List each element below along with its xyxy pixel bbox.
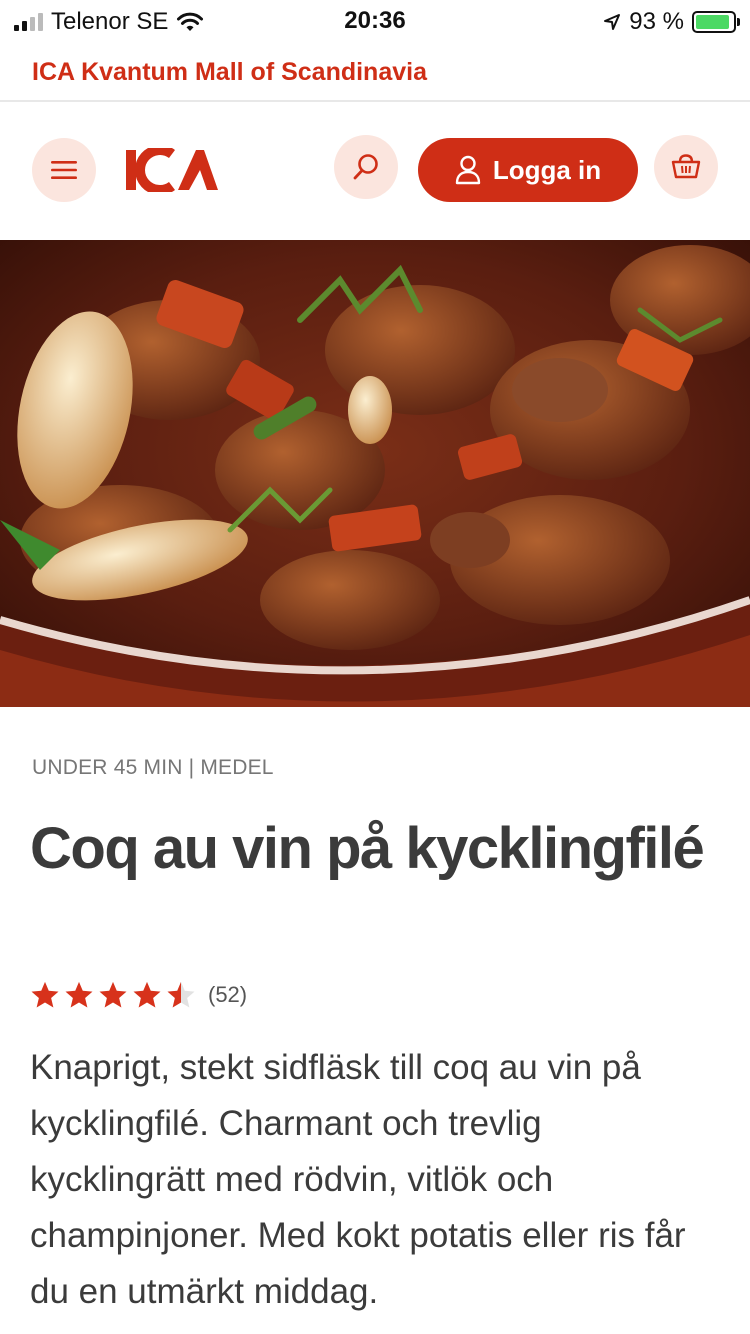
food-illustration (0, 240, 750, 707)
star-icon (31, 981, 59, 1008)
user-icon (455, 155, 481, 185)
cart-button[interactable] (654, 135, 718, 199)
location-arrow-icon (604, 14, 621, 30)
recipe-title: Coq au vin på kycklingfilé (30, 816, 705, 881)
menu-button[interactable] (32, 138, 96, 202)
star-rating (30, 980, 196, 1010)
battery-percent: 93 % (629, 8, 684, 35)
store-name[interactable]: ICA Kvantum Mall of Scandinavia (32, 58, 427, 87)
star-icon (65, 981, 93, 1008)
menu-icon (51, 161, 77, 179)
recipe-description: Knaprigt, stekt sidfläsk till coq au vin… (30, 1048, 686, 1311)
store-bar[interactable]: ICA Kvantum Mall of Scandinavia (0, 46, 750, 102)
star-icon (133, 981, 161, 1008)
status-right: 93 % (603, 8, 740, 36)
site-header: Logga in (0, 102, 750, 240)
status-bar: Telenor SE 20:36 93 % (0, 0, 750, 44)
recipe-rating[interactable]: (52) (30, 980, 247, 1010)
recipe-meta: UNDER 45 MIN | MEDEL (32, 756, 274, 779)
rating-count: (52) (208, 982, 248, 1007)
search-icon (353, 154, 378, 180)
half-star-icon (167, 981, 195, 1008)
star-icon (99, 981, 127, 1008)
login-label: Logga in (492, 154, 602, 185)
login-button[interactable]: Logga in (418, 138, 638, 202)
search-button[interactable] (334, 135, 398, 199)
basket-icon (671, 154, 701, 179)
recipe-hero-image (0, 240, 750, 707)
battery-icon (692, 11, 740, 33)
ica-logo[interactable] (126, 148, 218, 192)
